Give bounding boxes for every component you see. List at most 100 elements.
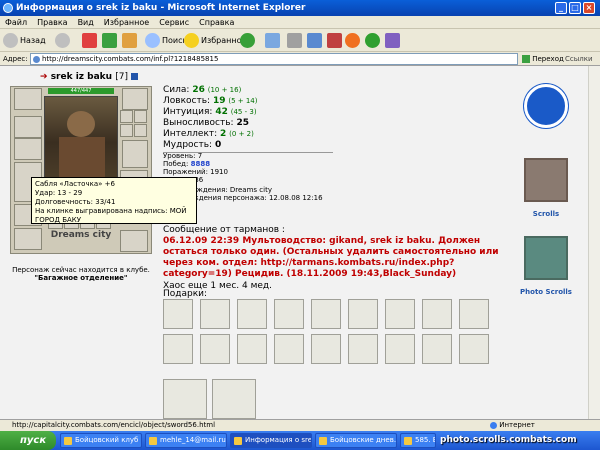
gift-postcard[interactable] xyxy=(163,379,207,419)
gift-candle[interactable] xyxy=(385,334,415,364)
menu-edit[interactable]: Правка xyxy=(32,16,72,29)
window-title: Информация о srek iz baku - Microsoft In… xyxy=(16,3,306,13)
task-diary[interactable]: Бойцовские днев... xyxy=(315,433,397,448)
back-arrow-icon xyxy=(3,33,18,48)
bracer-slot[interactable] xyxy=(14,138,42,160)
stat-value: 42 xyxy=(215,107,228,117)
gift-balls[interactable] xyxy=(311,299,341,329)
gift-scroll[interactable] xyxy=(274,299,304,329)
back-button[interactable]: Назад xyxy=(3,32,46,49)
ring-slot-2[interactable] xyxy=(134,110,147,123)
menu-tools[interactable]: Сервис xyxy=(154,16,194,29)
at-button[interactable] xyxy=(345,32,362,49)
favorites-button[interactable]: Избранное xyxy=(184,32,246,49)
window-icon xyxy=(234,437,242,445)
info-level: Уровень: 7 xyxy=(163,152,203,160)
address-input[interactable]: http://dreamscity.combats.com/inf.pl?121… xyxy=(30,53,518,65)
window-icon xyxy=(64,437,72,445)
gift-cup[interactable] xyxy=(163,299,193,329)
menu-favorites[interactable]: Избранное xyxy=(99,16,154,29)
edit-button[interactable] xyxy=(307,32,324,49)
gift-guitar[interactable] xyxy=(237,299,267,329)
refresh-button[interactable] xyxy=(102,32,119,49)
stat-label: Ловкость: xyxy=(163,96,211,106)
gift-balls-2[interactable] xyxy=(311,334,341,364)
character-name[interactable]: srek iz baku xyxy=(51,72,112,82)
gift-card[interactable] xyxy=(200,334,230,364)
amulet-slot[interactable] xyxy=(14,116,42,138)
helmet-slot[interactable] xyxy=(14,88,42,110)
shield-slot[interactable] xyxy=(122,140,148,168)
gift-bell[interactable] xyxy=(385,299,415,329)
photo-scrolls-banner-icon[interactable] xyxy=(524,236,568,280)
info-losses: Поражений: 1910 xyxy=(163,168,228,176)
menu-file[interactable]: Файл xyxy=(0,16,32,29)
clover-icon xyxy=(365,33,380,48)
research-button[interactable] xyxy=(385,32,402,49)
minimize-button[interactable]: _ xyxy=(555,2,567,14)
zone-label: Интернет xyxy=(499,421,535,429)
links-button[interactable]: Ссылки xyxy=(565,53,593,65)
go-label: Переход xyxy=(532,55,564,63)
home-button[interactable] xyxy=(122,32,139,49)
gift-banner[interactable] xyxy=(459,299,489,329)
vertical-scrollbar[interactable] xyxy=(588,66,600,419)
clan-emblem-icon[interactable] xyxy=(524,84,568,128)
earring-slot[interactable] xyxy=(122,88,148,110)
gift-goblet[interactable] xyxy=(422,299,452,329)
gift-bell-2[interactable] xyxy=(163,334,193,364)
ring-slot-1[interactable] xyxy=(120,110,133,123)
task-info-srek[interactable]: Информация о sre... xyxy=(230,433,312,448)
task-585[interactable]: 585. Без... xyxy=(400,433,436,448)
start-label: пуск xyxy=(20,435,47,446)
stat-endurance: Выносливость: 25 xyxy=(163,118,249,129)
tarman-message: Сообщение от тарманов : 06.12.09 22:39 М… xyxy=(163,225,513,292)
tooltip-damage: Удар: 13 - 29 xyxy=(35,189,83,197)
go-button[interactable]: Переход xyxy=(522,53,564,65)
gift-bell-3[interactable] xyxy=(237,334,267,364)
gift-calendar[interactable] xyxy=(422,334,452,364)
messenger-button[interactable] xyxy=(327,32,344,49)
history-button[interactable] xyxy=(240,32,257,49)
mail-button[interactable] xyxy=(265,32,282,49)
gift-darts[interactable] xyxy=(200,299,230,329)
start-button[interactable]: пуск xyxy=(0,431,56,450)
mail-icon xyxy=(265,33,280,48)
gift-tree[interactable] xyxy=(212,379,256,419)
stat-label: Выносливость: xyxy=(163,118,234,128)
character-name-line: ➔ srek iz baku [7] xyxy=(40,72,139,82)
status-url: http://capitalcity.combats.com/encicl/ob… xyxy=(12,421,216,429)
task-combats-club[interactable]: Бойцовский клуб ... xyxy=(60,433,142,448)
gift-teddy[interactable] xyxy=(459,334,489,364)
gift-accordion[interactable] xyxy=(348,334,378,364)
stop-button[interactable] xyxy=(82,32,99,49)
info-icon[interactable] xyxy=(131,73,139,80)
photo-scrolls-caption[interactable]: Photo Scrolls xyxy=(520,288,572,296)
clover-button[interactable] xyxy=(365,32,382,49)
print-button[interactable] xyxy=(287,32,304,49)
globe-icon xyxy=(490,421,497,429)
stat-intellect: Интеллект: 2 (0 + 2) xyxy=(163,129,254,140)
gift-pickaxe[interactable] xyxy=(348,299,378,329)
task-mail[interactable]: mehle_14@mail.ru... xyxy=(145,433,227,448)
stat-extra: (0 + 2) xyxy=(229,130,254,138)
ring-slot-3[interactable] xyxy=(120,124,133,137)
gloves-slot[interactable] xyxy=(134,124,147,137)
back-label: Назад xyxy=(20,36,46,45)
maximize-button[interactable]: □ xyxy=(569,2,581,14)
menu-help[interactable]: Справка xyxy=(194,16,239,29)
tooltip-durability: Долговечность: 33/41 xyxy=(35,198,116,206)
portrait-head xyxy=(67,111,95,137)
gift-necklace[interactable] xyxy=(274,334,304,364)
stat-label: Мудрость: xyxy=(163,140,213,150)
scrolls-banner-icon[interactable] xyxy=(524,158,568,202)
stat-label: Интеллект: xyxy=(163,129,218,139)
search-button[interactable]: Поиск xyxy=(145,32,187,49)
task-label: Бойцовские днев... xyxy=(330,436,397,444)
menu-view[interactable]: Вид xyxy=(73,16,99,29)
forward-button[interactable] xyxy=(55,32,72,49)
window-title-bar: Информация о srek iz baku - Microsoft In… xyxy=(0,0,600,16)
close-button[interactable]: × xyxy=(583,2,595,14)
scrolls-caption[interactable]: Scrolls xyxy=(520,210,572,218)
ie-logo-icon xyxy=(3,3,13,13)
